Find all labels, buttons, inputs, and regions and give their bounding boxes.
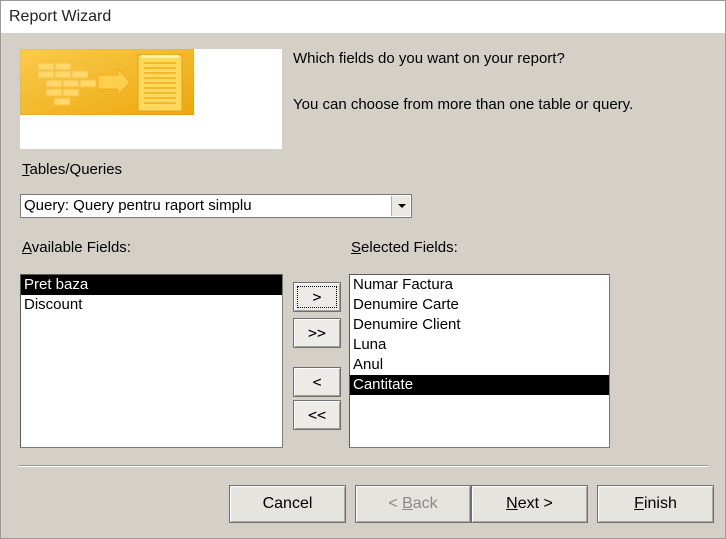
window-title: Report Wizard [9,8,112,25]
list-item[interactable]: Numar Factura [350,275,609,295]
add-field-button[interactable]: > [293,282,341,312]
title-bar: Report Wizard [1,1,725,33]
chevron-down-icon [398,204,406,208]
back-button[interactable]: < Back [355,485,471,523]
remove-all-fields-button[interactable]: << [293,400,341,430]
report-wizard-window: Report Wizard Which fields do you want o… [0,0,726,539]
list-item[interactable]: Denumire Client [350,315,609,335]
cancel-button[interactable]: Cancel [229,485,346,523]
wizard-hint: You can choose from more than one table … [293,96,634,113]
footer-divider [18,465,708,467]
wizard-body: Which fields do you want on your report?… [1,33,725,538]
report-wizard-illustration [20,49,194,115]
remove-field-button[interactable]: < [293,367,341,397]
combo-dropdown-button[interactable] [391,196,410,216]
list-item[interactable]: Cantitate [350,375,609,395]
wizard-banner [20,49,282,149]
list-item[interactable]: Pret baza [21,275,282,295]
selected-fields-label: Selected Fields: [351,239,458,256]
finish-button[interactable]: Finish [597,485,714,523]
add-all-fields-button[interactable]: >> [293,318,341,348]
tables-queries-label: Tables/Queries [22,161,123,178]
selected-fields-list[interactable]: Numar Factura Denumire Carte Denumire Cl… [349,274,610,448]
next-button[interactable]: Next > [471,485,588,523]
tables-queries-combo[interactable]: Query: Query pentru raport simplu [20,194,412,218]
list-item[interactable]: Denumire Carte [350,295,609,315]
list-item[interactable]: Luna [350,335,609,355]
available-fields-label: Available Fields: [22,239,131,256]
list-item[interactable]: Anul [350,355,609,375]
list-item[interactable]: Discount [21,295,282,315]
tables-queries-value: Query: Query pentru raport simplu [24,197,252,214]
wizard-question: Which fields do you want on your report? [293,50,565,67]
available-fields-list[interactable]: Pret baza Discount [20,274,283,448]
